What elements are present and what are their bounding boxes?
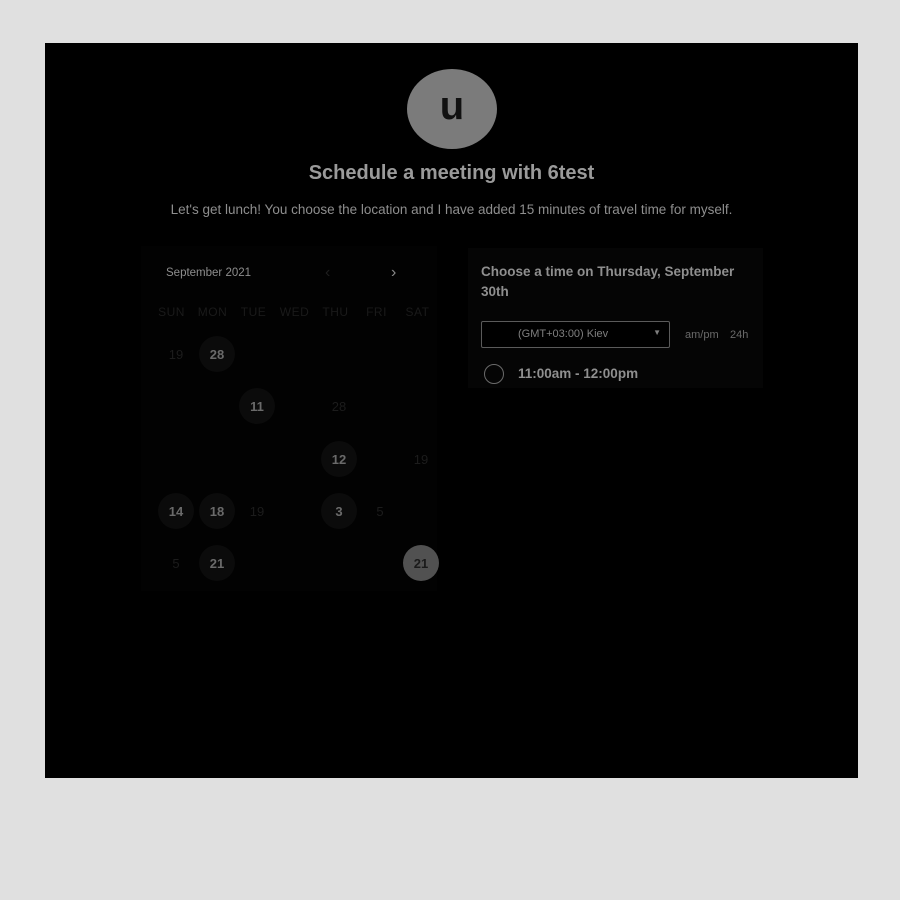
weekday-header: SUN MON TUE WED THU FRI SAT <box>151 305 441 321</box>
caret-down-icon: ▼ <box>653 328 661 337</box>
format-ampm-toggle[interactable]: am/pm <box>685 329 719 341</box>
weekday-thu: THU <box>322 305 349 319</box>
weekday-sat: SAT <box>405 305 430 319</box>
weekday-fri: FRI <box>366 305 387 319</box>
time-slot[interactable]: 11:00am - 12:00pm <box>484 364 724 386</box>
timezone-select[interactable]: (GMT+03:00) Kiev ▼ <box>481 321 670 348</box>
avatar: u <box>407 69 497 149</box>
chevron-left-icon[interactable]: ‹ <box>325 264 330 282</box>
calendar-day[interactable]: 19 <box>158 336 194 372</box>
calendar-day[interactable]: 14 <box>158 493 194 529</box>
calendar-day[interactable]: 28 <box>199 336 235 372</box>
weekday-sun: SUN <box>158 305 185 319</box>
calendar-day-selected[interactable]: 21 <box>403 545 439 581</box>
weekday-tue: TUE <box>240 305 267 319</box>
calendar-day[interactable]: 12 <box>321 441 357 477</box>
event-description: Let's get lunch! You choose the location… <box>170 202 733 217</box>
time-heading: Choose a time on Thursday, September 30t… <box>481 264 735 299</box>
chevron-right-icon[interactable]: › <box>391 264 396 282</box>
calendar-day[interactable]: 18 <box>199 493 235 529</box>
calendar-day[interactable]: 19 <box>403 441 439 477</box>
scheduler-frame: u Schedule a meeting with 6test Let's ge… <box>45 43 858 778</box>
weekday-wed: WED <box>279 305 310 319</box>
calendar-day[interactable]: 11 <box>239 388 275 424</box>
page-title: Schedule a meeting with 6test <box>308 162 595 184</box>
calendar-day[interactable]: 28 <box>321 388 357 424</box>
calendar-panel: September 2021 ‹ › SUN MON TUE WED THU F… <box>141 246 439 591</box>
radio-icon[interactable] <box>484 364 504 384</box>
calendar-day[interactable]: 3 <box>321 493 357 529</box>
calendar-day[interactable]: 21 <box>199 545 235 581</box>
weekday-mon: MON <box>197 305 228 319</box>
calendar-month-label: September 2021 <box>166 267 252 279</box>
calendar-day[interactable]: 5 <box>158 545 194 581</box>
format-24h-toggle[interactable]: 24h <box>730 329 748 341</box>
avatar-letter: u <box>439 83 465 128</box>
timezone-value: (GMT+03:00) Kiev <box>518 328 609 340</box>
time-slot-label: 11:00am - 12:00pm <box>518 366 639 381</box>
calendar-day[interactable]: 19 <box>239 493 275 529</box>
calendar-day[interactable]: 5 <box>362 493 398 529</box>
time-selection-panel: Choose a time on Thursday, September 30t… <box>468 248 763 388</box>
